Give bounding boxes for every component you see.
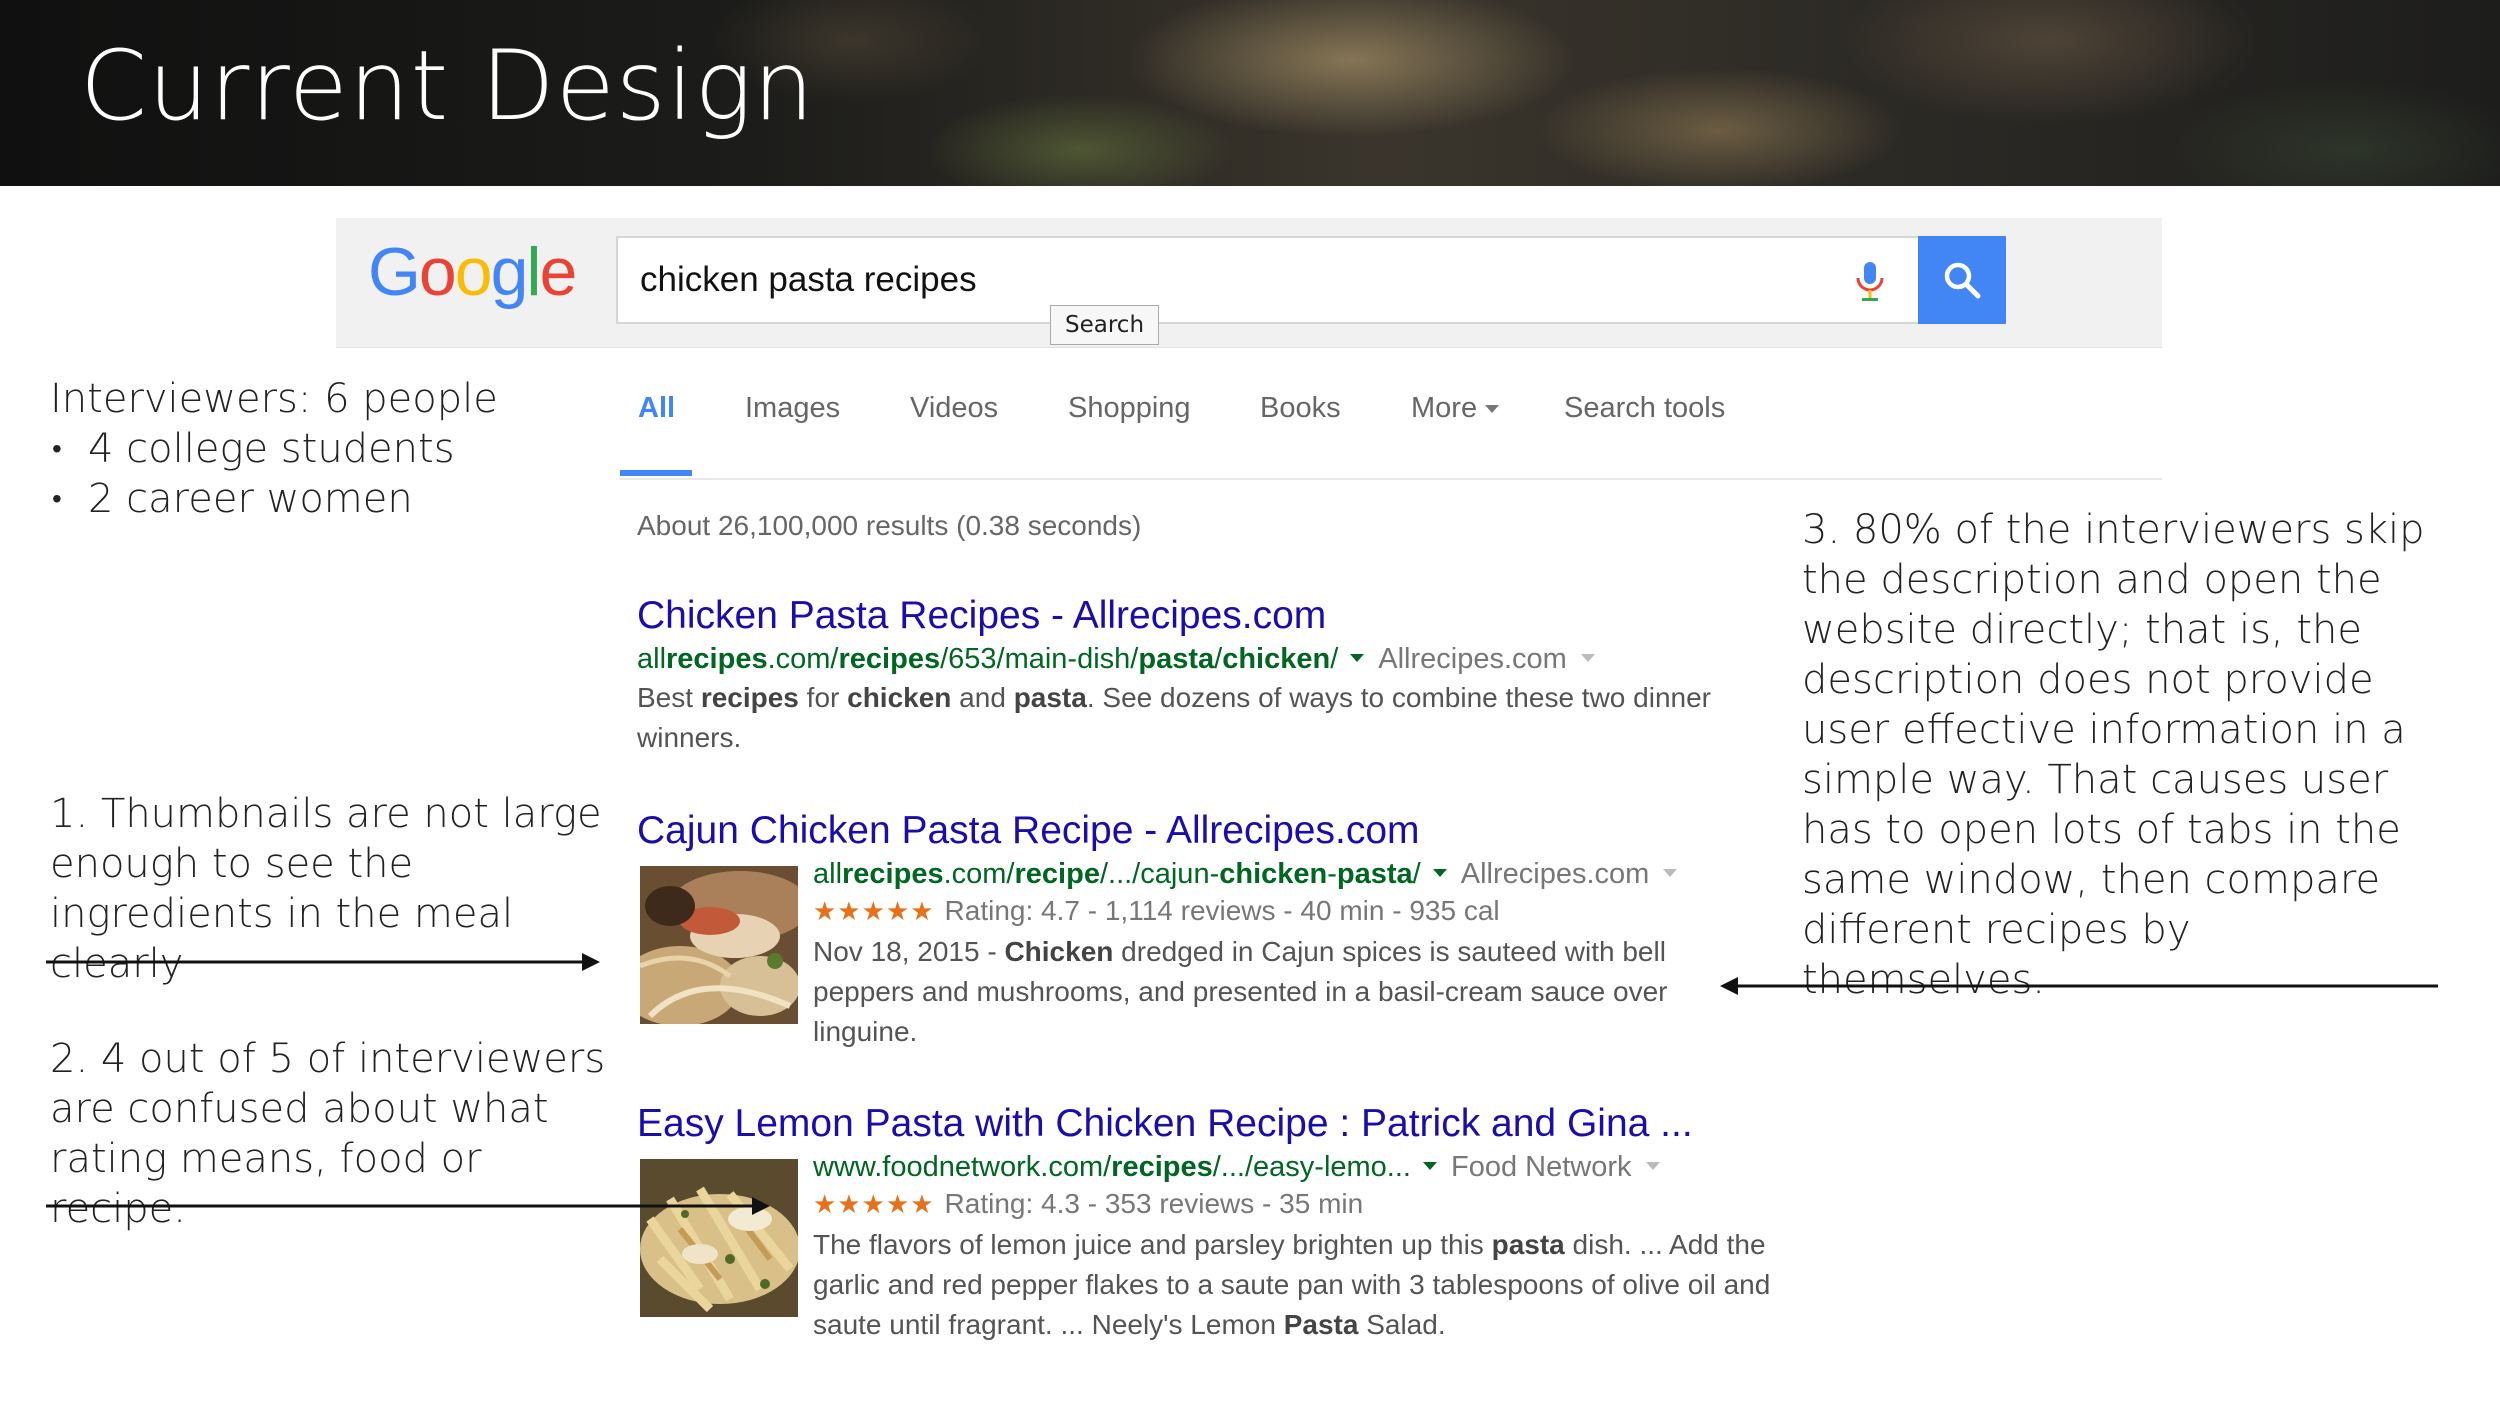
url-dropdown-icon[interactable] [1350, 654, 1365, 663]
result-url[interactable]: allrecipes.com/recipe/.../cajun-chicken-… [813, 858, 1678, 891]
tab-videos[interactable]: Videos [910, 392, 998, 425]
tab-search-tools[interactable]: Search tools [1564, 392, 1725, 425]
site-dropdown-icon[interactable] [1663, 869, 1678, 878]
search-query[interactable]: chicken pasta recipes [640, 260, 977, 300]
title-banner: Current Design [0, 0, 2500, 186]
interviewers-list: 4 college students 2 career women [50, 424, 610, 524]
tab-shopping[interactable]: Shopping [1068, 392, 1191, 425]
result-rating: ★★★★★ Rating: 4.7 - 1,114 reviews - 40 mi… [813, 895, 1500, 927]
food-thumbnail-image [640, 866, 798, 1024]
mic-icon[interactable] [1850, 258, 1890, 306]
result-site-name: Food Network [1450, 1151, 1632, 1183]
star-rating-icon: ★★★★★ [813, 1190, 935, 1220]
search-tooltip: Search [1050, 305, 1160, 345]
search-button[interactable] [1918, 236, 2006, 324]
arrow-right-icon [46, 1197, 770, 1215]
site-dropdown-icon[interactable] [1580, 654, 1595, 663]
google-logo[interactable]: Google [368, 238, 577, 306]
slide-title: Current Design [80, 30, 815, 142]
result-rating: ★★★★★ Rating: 4.3 - 353 reviews - 35 min [813, 1188, 1364, 1220]
result-site-name: Allrecipes.com [1378, 643, 1567, 675]
result-title-link[interactable]: Chicken Pasta Recipes - Allrecipes.com [637, 594, 1326, 638]
url-dropdown-icon[interactable] [1422, 1162, 1437, 1171]
list-item: 4 college students [50, 424, 610, 474]
result-title-link[interactable]: Cajun Chicken Pasta Recipe - Allrecipes.… [637, 809, 1420, 853]
tab-all[interactable]: All [638, 392, 675, 425]
tab-books[interactable]: Books [1260, 392, 1341, 425]
food-thumbnail-image [640, 1159, 798, 1317]
interviewers-heading: Interviewers: 6 people [50, 376, 498, 422]
result-description: Best recipes for chicken and pasta. See … [637, 682, 1711, 753]
tab-images[interactable]: Images [745, 392, 840, 425]
search-input[interactable]: chicken pasta recipes [616, 236, 1920, 324]
result-thumbnail[interactable] [640, 1159, 798, 1317]
result-title-link[interactable]: Easy Lemon Pasta with Chicken Recipe : P… [637, 1102, 1693, 1146]
active-tab-indicator [620, 470, 692, 476]
note-description: 3. 80% of the interviewers skip the desc… [1802, 507, 2425, 1003]
chevron-down-icon [1485, 405, 1500, 414]
tab-more[interactable]: More [1411, 392, 1500, 425]
result-url[interactable]: allrecipes.com/recipes/653/main-dish/pas… [637, 643, 1595, 676]
result-site-name: Allrecipes.com [1460, 858, 1650, 890]
result-thumbnail[interactable] [640, 866, 798, 1024]
result-description: Nov 18, 2015 - Chicken dredged in Cajun … [813, 936, 1668, 1047]
site-dropdown-icon[interactable] [1645, 1162, 1660, 1171]
url-dropdown-icon[interactable] [1432, 869, 1447, 878]
list-item: 2 career women [50, 474, 610, 524]
search-icon [1944, 262, 1981, 299]
tabs-divider [620, 478, 2162, 480]
result-url[interactable]: www.foodnetwork.com/recipes/.../easy-lem… [813, 1151, 1660, 1184]
interviewers-note: Interviewers: 6 people 4 college student… [50, 374, 610, 524]
arrow-left-icon [1720, 977, 2438, 995]
result-stats: About 26,100,000 results (0.38 seconds) [637, 510, 1142, 541]
star-rating-icon: ★★★★★ [813, 897, 935, 927]
result-description: The flavors of lemon juice and parsley b… [813, 1229, 1771, 1340]
arrow-right-icon [46, 953, 600, 971]
